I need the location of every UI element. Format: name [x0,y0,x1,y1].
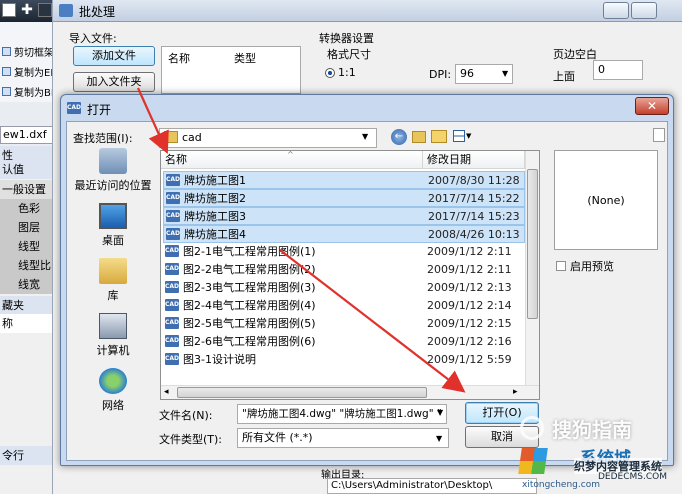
site-watermark: 系统城 织梦内容管理系统 DEDECMS.COM xitongcheng.com [518,444,682,494]
sogou-logo-icon [520,416,544,440]
sogou-watermark: 搜狗指南 [520,412,680,448]
arrow-to-open-button [279,249,466,393]
windows-logo-icon [518,448,548,474]
arrow-to-name-column [136,87,169,155]
